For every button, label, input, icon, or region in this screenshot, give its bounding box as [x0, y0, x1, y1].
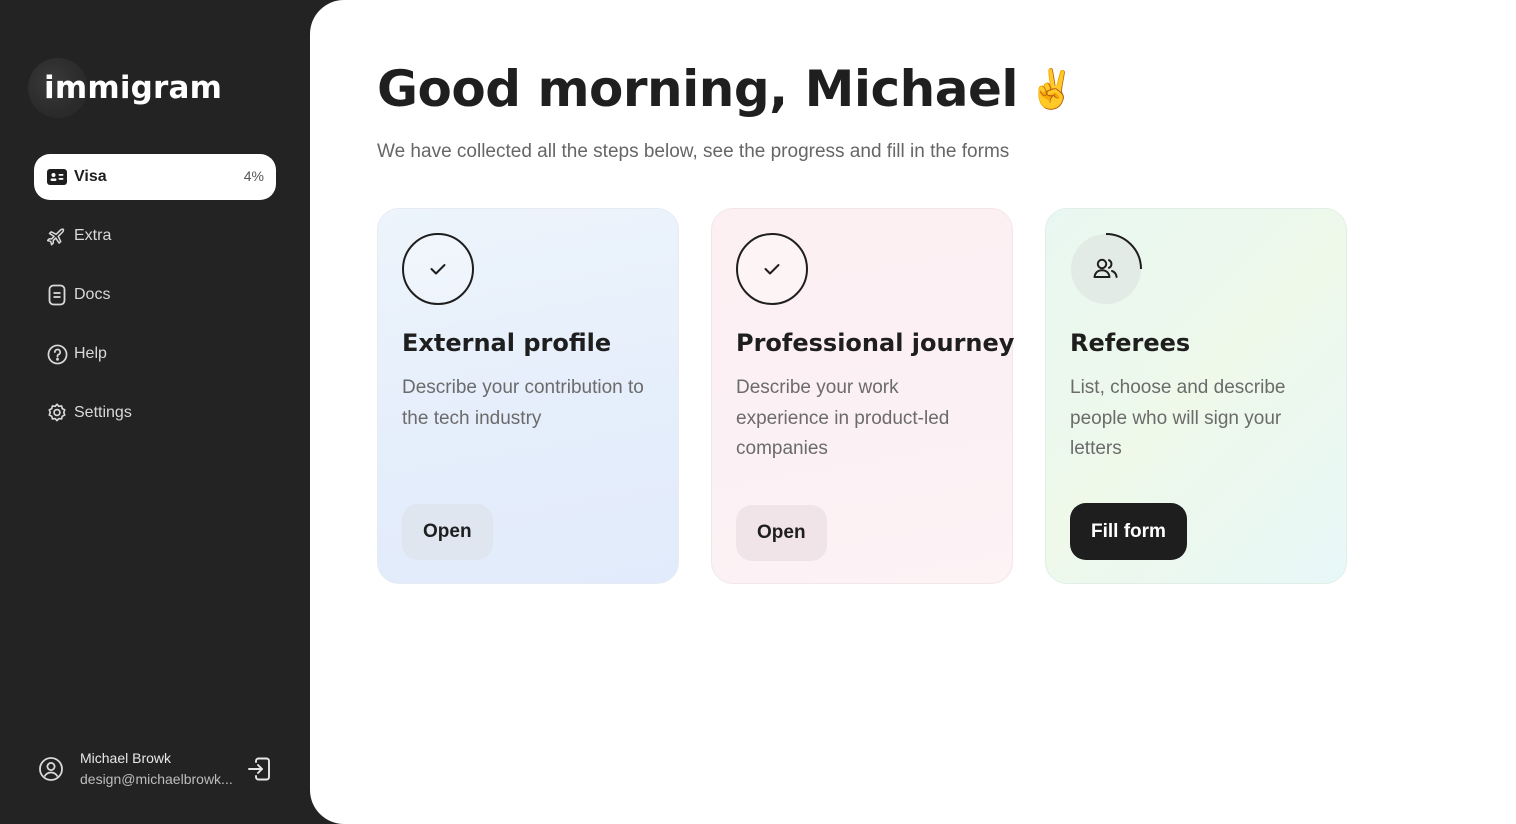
- card-external-profile: External profile Describe your contribut…: [377, 208, 679, 584]
- user-profile: Michael Browk design@michaelbrowk...: [38, 748, 278, 794]
- question-icon: [46, 343, 68, 365]
- sidebar-item-extra[interactable]: Extra: [34, 213, 276, 259]
- sidebar-nav: Visa 4% Extra Docs Help Settings: [34, 154, 276, 449]
- sidebar-item-settings[interactable]: Settings: [34, 390, 276, 436]
- sidebar: immigram Visa 4% Extra Docs Help Setting…: [0, 0, 330, 824]
- sidebar-item-visa[interactable]: Visa 4%: [34, 154, 276, 200]
- sidebar-item-docs[interactable]: Docs: [34, 272, 276, 318]
- card-referees: Referees List, choose and describe peopl…: [1045, 208, 1347, 584]
- brand-name: immigram: [44, 70, 223, 106]
- sidebar-item-label: Settings: [74, 404, 132, 421]
- logout-icon[interactable]: [246, 756, 272, 782]
- gear-icon: [46, 402, 68, 424]
- main-content: Good morning, Michael ✌️ We have collecte…: [310, 0, 1516, 824]
- completed-check-icon: [736, 233, 808, 305]
- user-email: design@michaelbrowk...: [80, 771, 233, 787]
- sidebar-item-help[interactable]: Help: [34, 331, 276, 377]
- card-description: Describe your contribution to the tech i…: [402, 377, 644, 429]
- card-title: Professional journey: [736, 329, 1015, 357]
- completed-check-icon: [402, 233, 474, 305]
- sidebar-item-label: Help: [74, 345, 107, 362]
- airplane-icon: [46, 225, 68, 247]
- greeting-text: Good morning, Michael: [377, 60, 1019, 118]
- victory-hand-icon: ✌️: [1028, 67, 1075, 111]
- card-description: Describe your work experience in product…: [736, 377, 950, 459]
- card-description: List, choose and describe people who wil…: [1070, 377, 1286, 459]
- user-name: Michael Browk: [80, 750, 172, 766]
- page-title: Good morning, Michael ✌️: [377, 60, 1075, 118]
- logo[interactable]: immigram: [28, 58, 228, 120]
- sidebar-item-label: Extra: [74, 227, 112, 244]
- open-button[interactable]: Open: [736, 505, 827, 561]
- card-title: External profile: [402, 329, 612, 357]
- document-icon: [46, 284, 68, 306]
- open-button[interactable]: Open: [402, 504, 493, 560]
- sidebar-item-label: Visa: [74, 168, 107, 185]
- sidebar-item-label: Docs: [74, 286, 111, 303]
- user-avatar-icon[interactable]: [38, 756, 64, 782]
- card-title: Referees: [1070, 329, 1191, 357]
- id-card-icon: [46, 166, 68, 188]
- users-progress-icon: [1071, 233, 1142, 304]
- fill-form-button[interactable]: Fill form: [1070, 503, 1187, 560]
- progress-badge: 4%: [243, 168, 264, 184]
- page-subtitle: We have collected all the steps below, s…: [377, 141, 1010, 162]
- card-professional-journey: Professional journey Describe your work …: [711, 208, 1015, 584]
